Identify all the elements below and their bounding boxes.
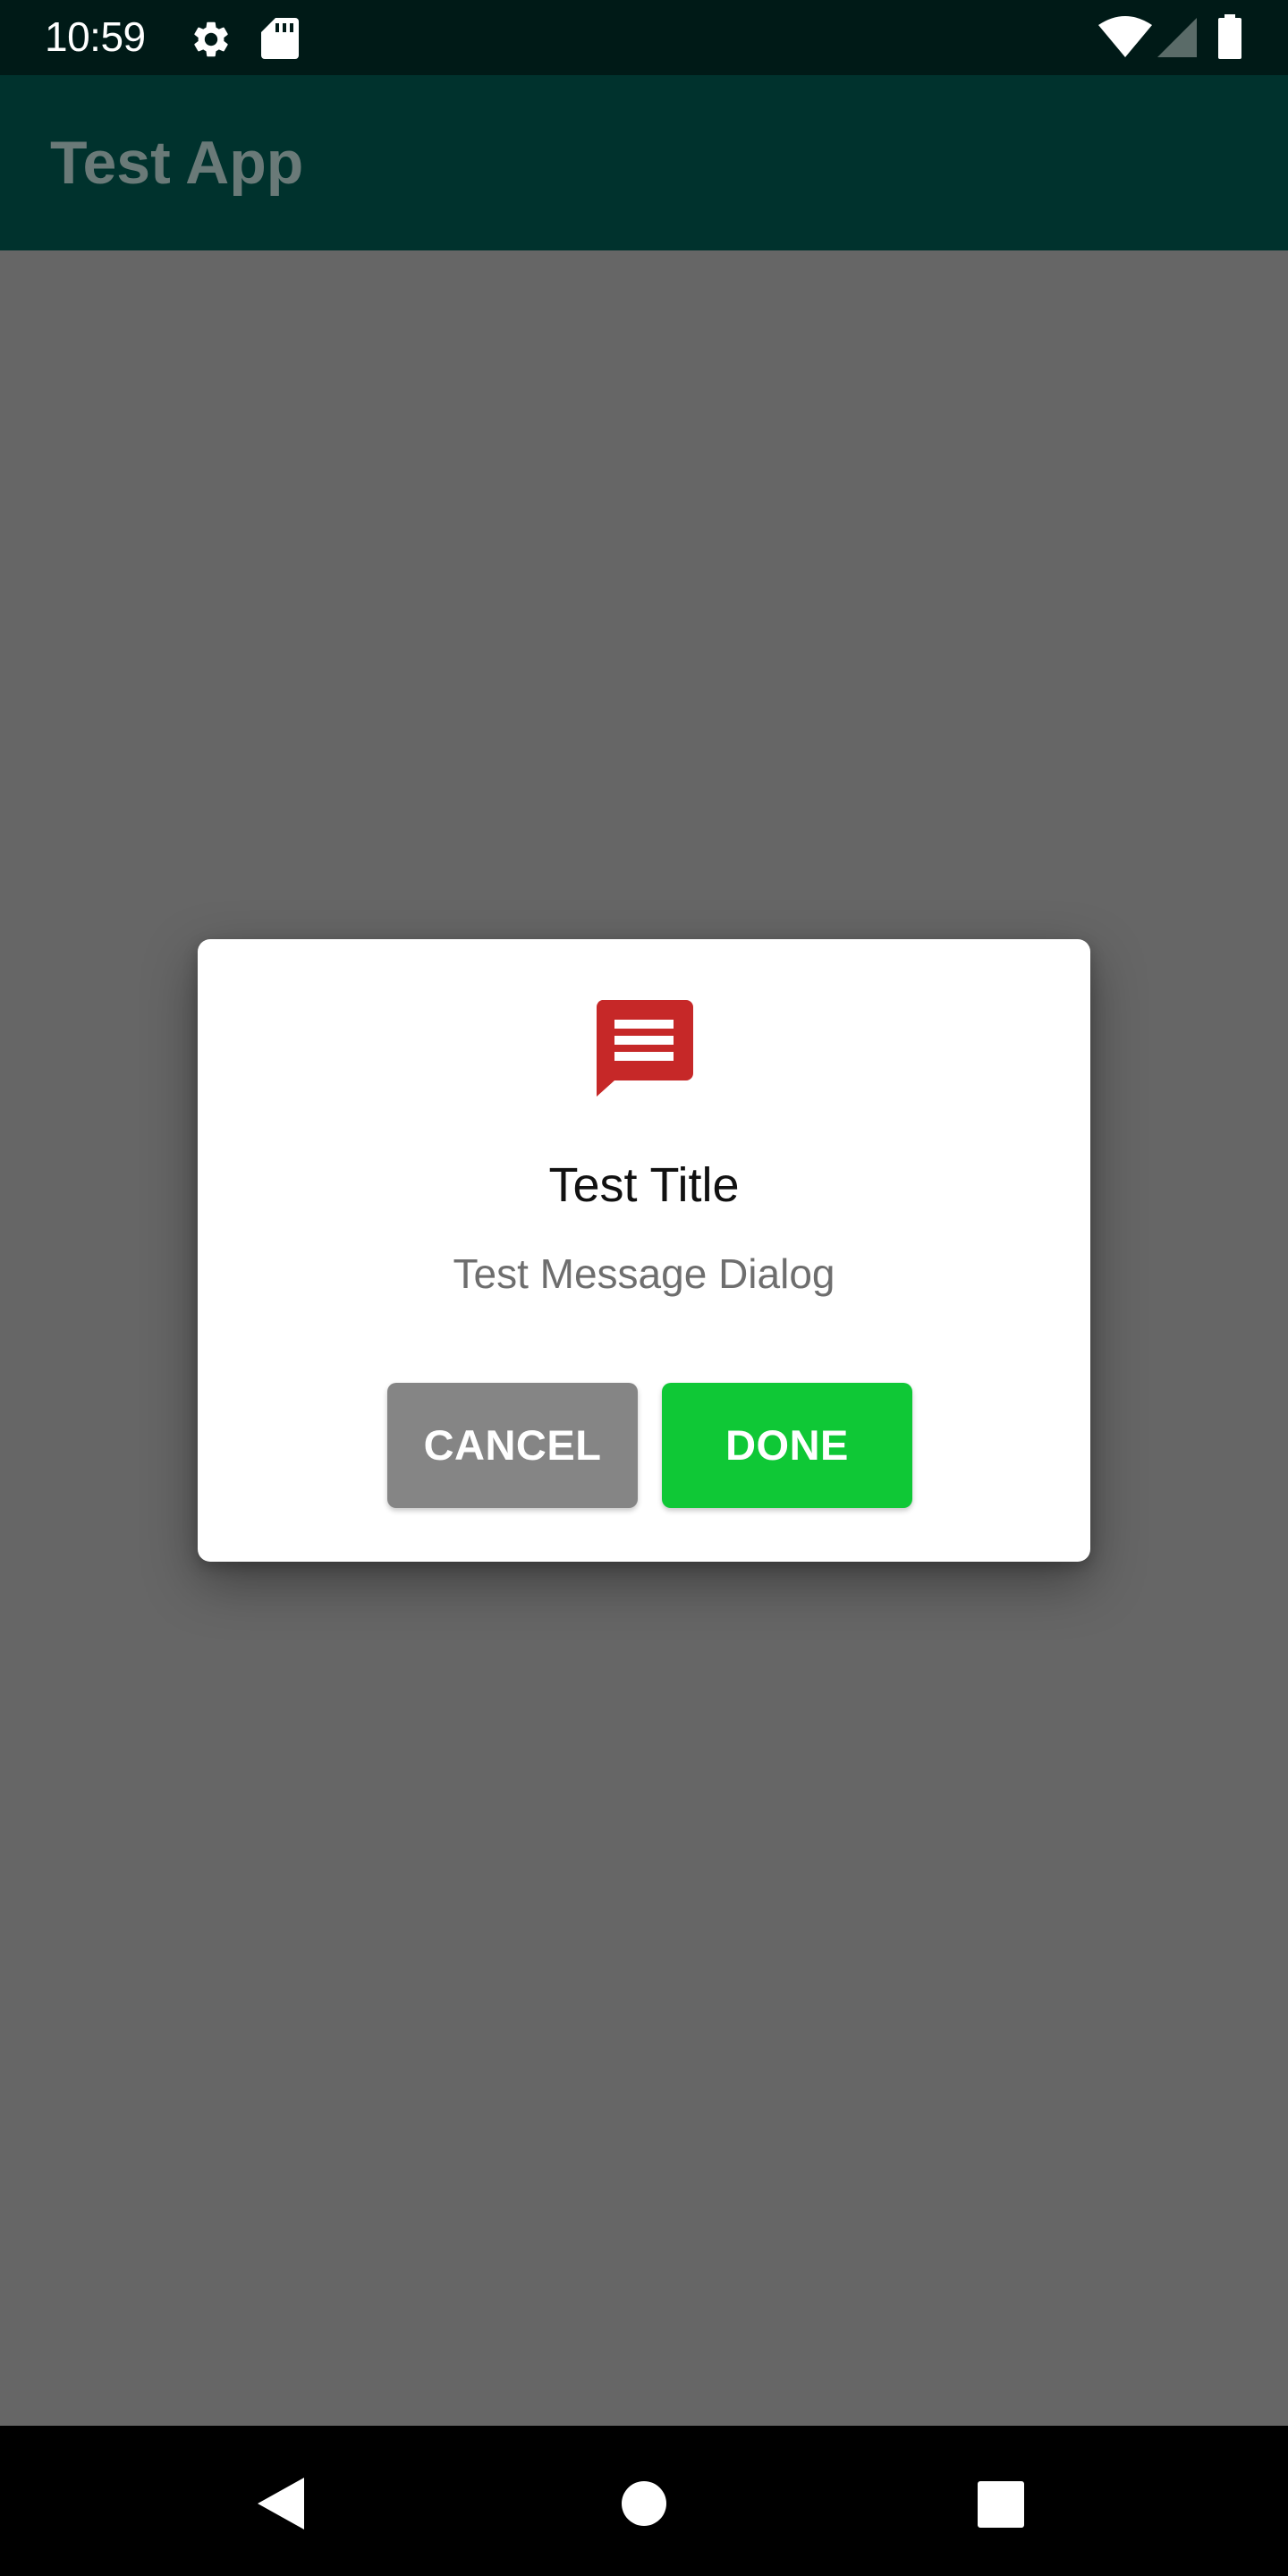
sd-card-icon [261, 18, 299, 59]
dialog-message: Test Message Dialog [453, 1250, 835, 1297]
done-button[interactable]: DONE [662, 1383, 912, 1508]
status-bar: 10:59 [0, 0, 1288, 75]
message-icon [596, 1000, 693, 1097]
app-bar: Test App [0, 75, 1288, 250]
app-title: Test App [50, 129, 304, 197]
status-time: 10:59 [45, 13, 146, 60]
gear-icon [194, 21, 228, 57]
navigation-bar [0, 2426, 1288, 2576]
recents-icon[interactable] [978, 2481, 1024, 2528]
home-icon[interactable] [622, 2481, 666, 2526]
cancel-button[interactable]: CANCEL [387, 1383, 638, 1508]
wifi-icon [1098, 16, 1152, 57]
dialog-title: Test Title [548, 1158, 740, 1212]
message-dialog: Test Title Test Message Dialog CANCEL DO… [198, 939, 1090, 1562]
back-icon[interactable] [258, 2478, 304, 2529]
battery-icon [1218, 14, 1241, 59]
cellular-signal-icon [1157, 18, 1197, 57]
